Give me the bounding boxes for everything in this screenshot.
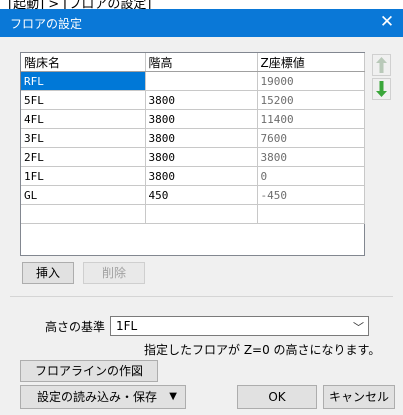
floor-grid[interactable]: 階床名 階高 Z座標値 RFL 19000 5FL 3800 15200 4FL: [20, 52, 365, 256]
z-coordinate-cell: 15200: [257, 90, 365, 110]
floor-height-cell[interactable]: 3800: [145, 147, 258, 167]
floor-height-cell[interactable]: 3800: [145, 109, 258, 129]
floor-height-cell[interactable]: 3800: [145, 128, 258, 148]
height-base-select[interactable]: 1FL ﹀: [110, 316, 369, 336]
column-header-floor-name[interactable]: 階床名: [21, 53, 146, 72]
dropdown-triangle-icon: ▼: [169, 391, 177, 402]
close-icon[interactable]: ✕: [377, 11, 397, 33]
floor-name-cell[interactable]: 5FL: [21, 90, 146, 110]
move-up-button[interactable]: [372, 54, 391, 76]
floor-height-cell[interactable]: 3800: [145, 166, 258, 186]
height-base-label: 高さの基準: [45, 320, 106, 334]
arrow-down-icon: [376, 81, 387, 97]
floor-height-cell[interactable]: 450: [145, 185, 258, 205]
z-coordinate-cell: [257, 204, 365, 224]
floor-height-cell[interactable]: [145, 204, 258, 224]
table-row[interactable]: RFL 19000: [21, 71, 365, 91]
chevron-down-icon: ﹀: [353, 321, 364, 334]
floor-name-cell[interactable]: [21, 204, 146, 224]
floor-table: 階床名 階高 Z座標値 RFL 19000 5FL 3800 15200 4FL: [21, 53, 365, 224]
ok-button[interactable]: OK: [237, 385, 317, 409]
floorline-draw-button[interactable]: フロアラインの作図: [20, 360, 158, 382]
table-row[interactable]: [21, 204, 365, 224]
floor-height-cell[interactable]: 3800: [145, 90, 258, 110]
table-row[interactable]: GL 450 -450: [21, 185, 365, 205]
floor-name-cell[interactable]: 1FL: [21, 166, 146, 186]
load-save-label: 設定の読み込み・保存: [37, 390, 158, 404]
z-coordinate-cell: -450: [257, 185, 365, 205]
separator: [10, 296, 393, 297]
table-row[interactable]: 1FL 3800 0: [21, 166, 365, 186]
delete-button[interactable]: 削除: [83, 262, 145, 284]
dialog-titlebar: フロアの設定 ✕: [0, 9, 403, 37]
floor-name-cell[interactable]: RFL: [21, 71, 146, 91]
table-row[interactable]: 4FL 3800 11400: [21, 109, 365, 129]
background-doc-strip: [起動] > [フロアの設定]: [0, 0, 403, 9]
height-base-note: 指定したフロアが Z=0 の高さになります。: [144, 343, 381, 357]
z-coordinate-cell: 7600: [257, 128, 365, 148]
z-coordinate-cell: 11400: [257, 109, 365, 129]
move-down-button[interactable]: [372, 78, 391, 100]
background-doc-text: [起動] > [フロアの設定]: [8, 0, 152, 9]
floor-settings-dialog: 階床名 階高 Z座標値 RFL 19000 5FL 3800 15200 4FL: [0, 37, 403, 415]
floor-name-cell[interactable]: 2FL: [21, 147, 146, 167]
floor-name-cell[interactable]: GL: [21, 185, 146, 205]
table-row[interactable]: 2FL 3800 3800: [21, 147, 365, 167]
arrow-up-icon: [376, 57, 387, 73]
floor-name-cell[interactable]: 4FL: [21, 109, 146, 129]
table-row[interactable]: 5FL 3800 15200: [21, 90, 365, 110]
table-row[interactable]: 3FL 3800 7600: [21, 128, 365, 148]
floor-height-cell[interactable]: [145, 71, 258, 91]
column-header-z-coordinate[interactable]: Z座標値: [257, 53, 365, 72]
insert-button[interactable]: 挿入: [22, 262, 74, 284]
dialog-title: フロアの設定: [10, 17, 83, 31]
height-base-value: 1FL: [116, 319, 138, 333]
grid-header-row: 階床名 階高 Z座標値: [21, 53, 365, 72]
z-coordinate-cell: 0: [257, 166, 365, 186]
floor-name-cell[interactable]: 3FL: [21, 128, 146, 148]
z-coordinate-cell: 3800: [257, 147, 365, 167]
z-coordinate-cell: 19000: [257, 71, 365, 91]
load-save-settings-button[interactable]: 設定の読み込み・保存 ▼: [20, 385, 186, 409]
cancel-button[interactable]: キャンセル: [323, 385, 395, 409]
column-header-floor-height[interactable]: 階高: [145, 53, 258, 72]
